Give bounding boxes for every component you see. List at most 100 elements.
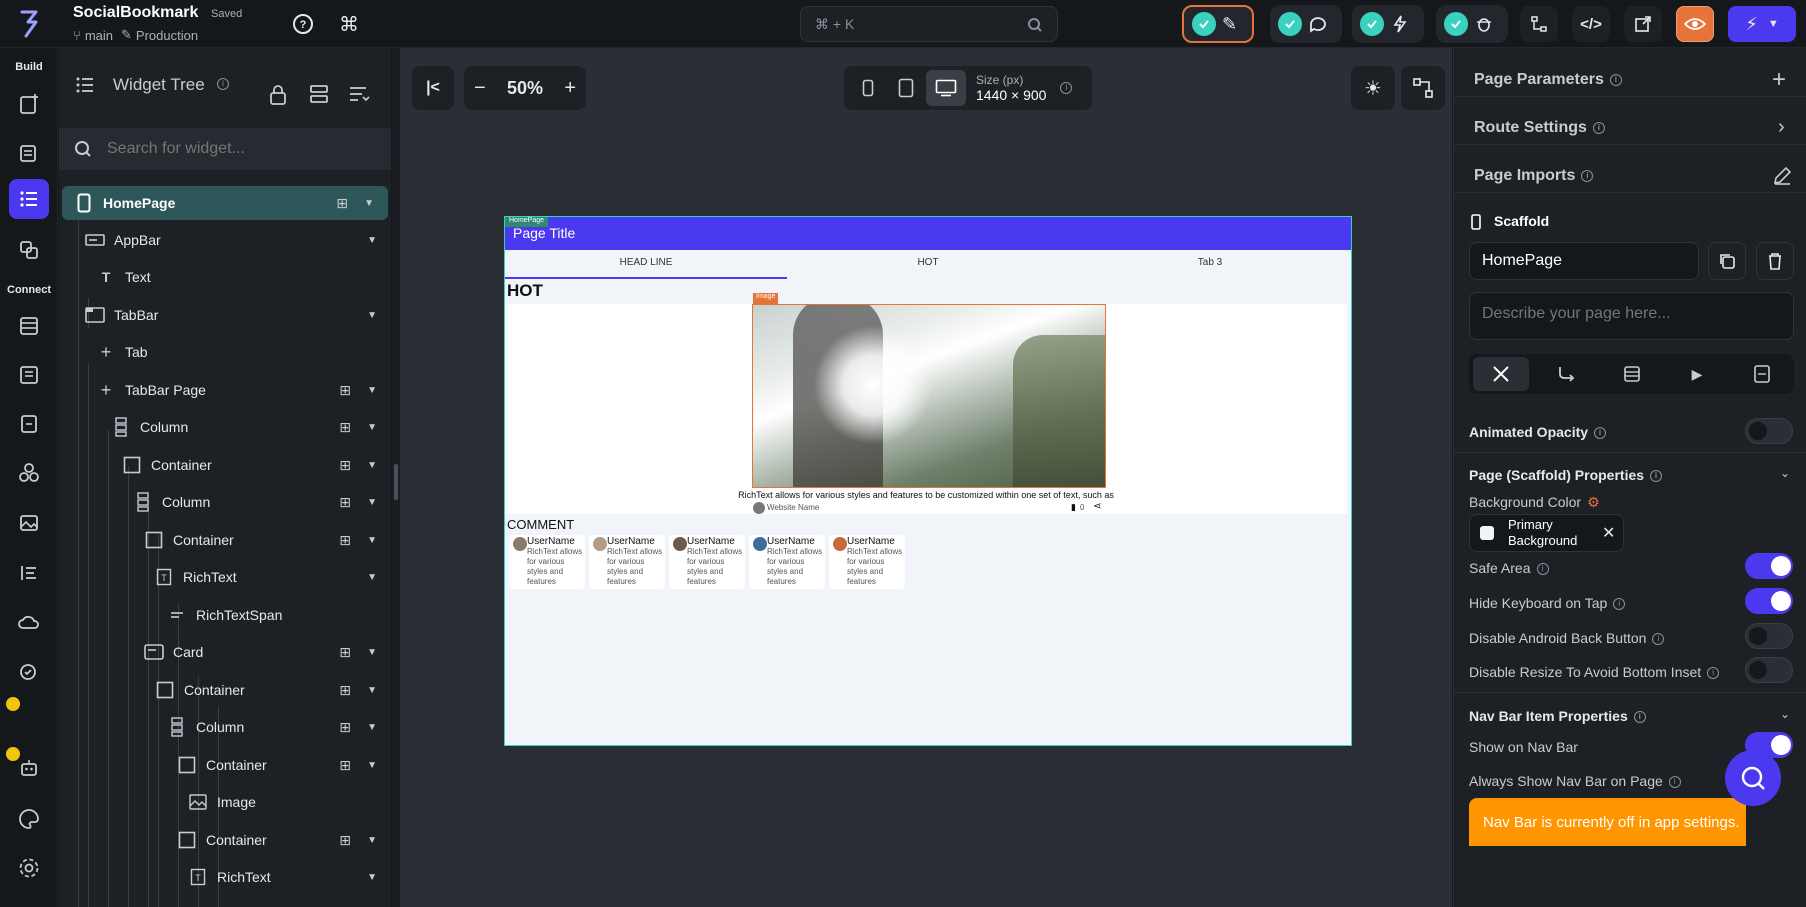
info-icon[interactable]: i <box>1060 82 1073 94</box>
media-assets-icon[interactable] <box>9 503 49 543</box>
add-parameter-icon[interactable]: + <box>1772 66 1786 94</box>
chevron-down-icon[interactable]: ▼ <box>367 872 377 883</box>
add-child-icon[interactable]: ⊞ <box>339 494 351 511</box>
sort-icon[interactable] <box>348 84 370 104</box>
command-search[interactable]: ⌘ + K <box>800 6 1058 42</box>
bookmark-icon[interactable]: ▮ <box>1071 502 1076 513</box>
comment-card[interactable]: UserName RichText allows for various sty… <box>589 535 665 589</box>
add-child-icon[interactable]: ⊞ <box>339 832 351 849</box>
scrollbar-thumb[interactable] <box>394 464 398 500</box>
tree-item-richtextspan[interactable]: RichTextSpan <box>59 598 391 632</box>
page-parameters-header[interactable]: Page Parameters i <box>1474 71 1622 89</box>
delete-button[interactable] <box>1756 242 1794 280</box>
add-child-icon[interactable]: ⊞ <box>339 419 351 436</box>
describe-page-field[interactable] <box>1469 292 1794 340</box>
post-image[interactable] <box>752 304 1106 488</box>
chevron-down-icon[interactable]: ▼ <box>367 835 377 846</box>
chevron-down-icon[interactable]: ▼ <box>367 572 377 583</box>
ai-gen-status[interactable]: ✎ <box>1182 5 1254 43</box>
info-icon[interactable]: i <box>1581 169 1594 182</box>
collapse-panel-button[interactable]: |< <box>412 66 454 110</box>
layout-tool-button[interactable] <box>1401 66 1445 110</box>
info-icon[interactable]: i <box>1668 776 1681 789</box>
add-child-icon[interactable]: ⊞ <box>339 644 351 661</box>
tab-animations[interactable]: ▶ <box>1669 357 1725 391</box>
phone-device-icon[interactable] <box>850 79 886 97</box>
info-icon[interactable]: i <box>1536 563 1549 576</box>
tree-item-container[interactable]: Container ⊞ ▼ <box>59 823 391 857</box>
tree-item-richtext[interactable]: T RichText ▼ <box>59 560 391 594</box>
branch-info[interactable]: ⑂ main ✎ Production <box>73 27 198 43</box>
chevron-down-icon[interactable]: ▼ <box>367 722 377 733</box>
post-card[interactable]: Image RichText allows for various styles… <box>505 293 1347 514</box>
scaffold-properties-header[interactable]: Page (Scaffold) Properties i <box>1469 467 1663 483</box>
info-icon[interactable]: i <box>1594 427 1607 440</box>
integrations-icon[interactable] <box>9 453 49 493</box>
widget-tree-icon[interactable] <box>9 179 49 219</box>
tree-item-homepage[interactable]: HomePage ⊞ ▼ <box>62 186 388 220</box>
lock-icon[interactable] <box>269 85 287 105</box>
tree-item-container[interactable]: Container ⊞ ▼ <box>59 673 391 707</box>
chevron-right-icon[interactable]: › <box>1778 116 1785 139</box>
preview-button[interactable] <box>1676 6 1714 42</box>
tree-item-column[interactable]: Column ⊞ ▼ <box>59 410 391 444</box>
tree-item-tabbar[interactable]: TabBar ▼ <box>59 298 391 332</box>
widget-search-input[interactable] <box>107 138 367 160</box>
branch-tree-button[interactable] <box>1520 6 1558 42</box>
run-button[interactable]: ⚡ ▼ <box>1728 6 1796 42</box>
chevron-down-icon[interactable]: ▼ <box>367 235 377 246</box>
chevron-down-icon[interactable]: ▼ <box>1768 18 1779 30</box>
tab-state[interactable] <box>1734 357 1790 391</box>
tablet-device-icon[interactable] <box>886 78 926 98</box>
chevron-down-icon[interactable]: ▼ <box>367 422 377 433</box>
tab-backend-query[interactable] <box>1604 357 1660 391</box>
clear-color-icon[interactable]: ✕ <box>1602 523 1615 543</box>
add-child-icon[interactable]: ⊞ <box>339 532 351 549</box>
comment-card[interactable]: UserName RichText allows for various sty… <box>509 535 585 589</box>
add-child-icon[interactable]: ⊞ <box>339 457 351 474</box>
open-external-button[interactable] <box>1624 6 1662 42</box>
theme-toggle-button[interactable]: ☀ <box>1351 66 1395 110</box>
tree-item-tabbar-page[interactable]: + TabBar Page ⊞ ▼ <box>59 373 391 407</box>
command-button[interactable]: ⌘ <box>330 6 368 42</box>
cloud-icon[interactable] <box>9 602 49 642</box>
tree-item-container[interactable]: Container ⊞ ▼ <box>59 748 391 782</box>
debug-status[interactable] <box>1436 5 1508 43</box>
add-child-icon[interactable]: ⊞ <box>339 757 351 774</box>
widget-search[interactable] <box>59 128 391 170</box>
info-icon[interactable]: i <box>217 78 229 90</box>
comment-card[interactable]: UserName RichText allows for various sty… <box>829 535 905 589</box>
chevron-down-icon[interactable]: ▼ <box>367 460 377 471</box>
chevron-down-icon[interactable]: ⌄ <box>1780 466 1790 480</box>
info-icon[interactable]: i <box>1613 598 1626 611</box>
chevron-down-icon[interactable]: ▼ <box>367 497 377 508</box>
tab-3[interactable]: Tab 3 <box>1069 257 1351 268</box>
tree-item-image[interactable]: Image <box>59 785 391 819</box>
chevron-down-icon[interactable]: ⌄ <box>1780 707 1790 721</box>
zoom-out-icon[interactable]: − <box>474 77 486 100</box>
tree-item-tab[interactable]: + Tab <box>59 335 391 369</box>
tree-item-card[interactable]: Card ⊞ ▼ <box>59 635 391 669</box>
chevron-down-icon[interactable]: ▼ <box>367 385 377 396</box>
edit-icon[interactable] <box>1772 166 1792 186</box>
describe-page-input[interactable] <box>1482 305 1782 329</box>
tab-properties[interactable] <box>1473 357 1529 391</box>
color-variable-icon[interactable]: ⚙ <box>1587 494 1600 510</box>
zoom-in-icon[interactable]: + <box>564 77 576 100</box>
page-name-field[interactable]: HomePage <box>1469 242 1699 280</box>
desktop-device-icon[interactable] <box>926 70 966 106</box>
collapse-all-icon[interactable] <box>309 84 329 104</box>
tree-item-richtext[interactable]: T RichText ▼ <box>59 860 391 894</box>
comment-card[interactable]: UserName RichText allows for various sty… <box>749 535 825 589</box>
nav-bar-properties-header[interactable]: Nav Bar Item Properties i <box>1469 708 1646 724</box>
database-icon[interactable] <box>9 306 49 346</box>
theme-icon[interactable] <box>9 799 49 839</box>
comments-status[interactable] <box>1270 5 1342 43</box>
code-button[interactable]: </> <box>1572 6 1610 42</box>
add-child-icon[interactable]: ⊞ <box>336 195 348 212</box>
add-child-icon[interactable]: ⊞ <box>339 382 351 399</box>
chevron-down-icon[interactable]: ▼ <box>367 685 377 696</box>
storage-icon[interactable] <box>9 404 49 444</box>
comment-card[interactable]: UserName RichText allows for various sty… <box>669 535 745 589</box>
text-styles-icon[interactable] <box>9 553 49 593</box>
